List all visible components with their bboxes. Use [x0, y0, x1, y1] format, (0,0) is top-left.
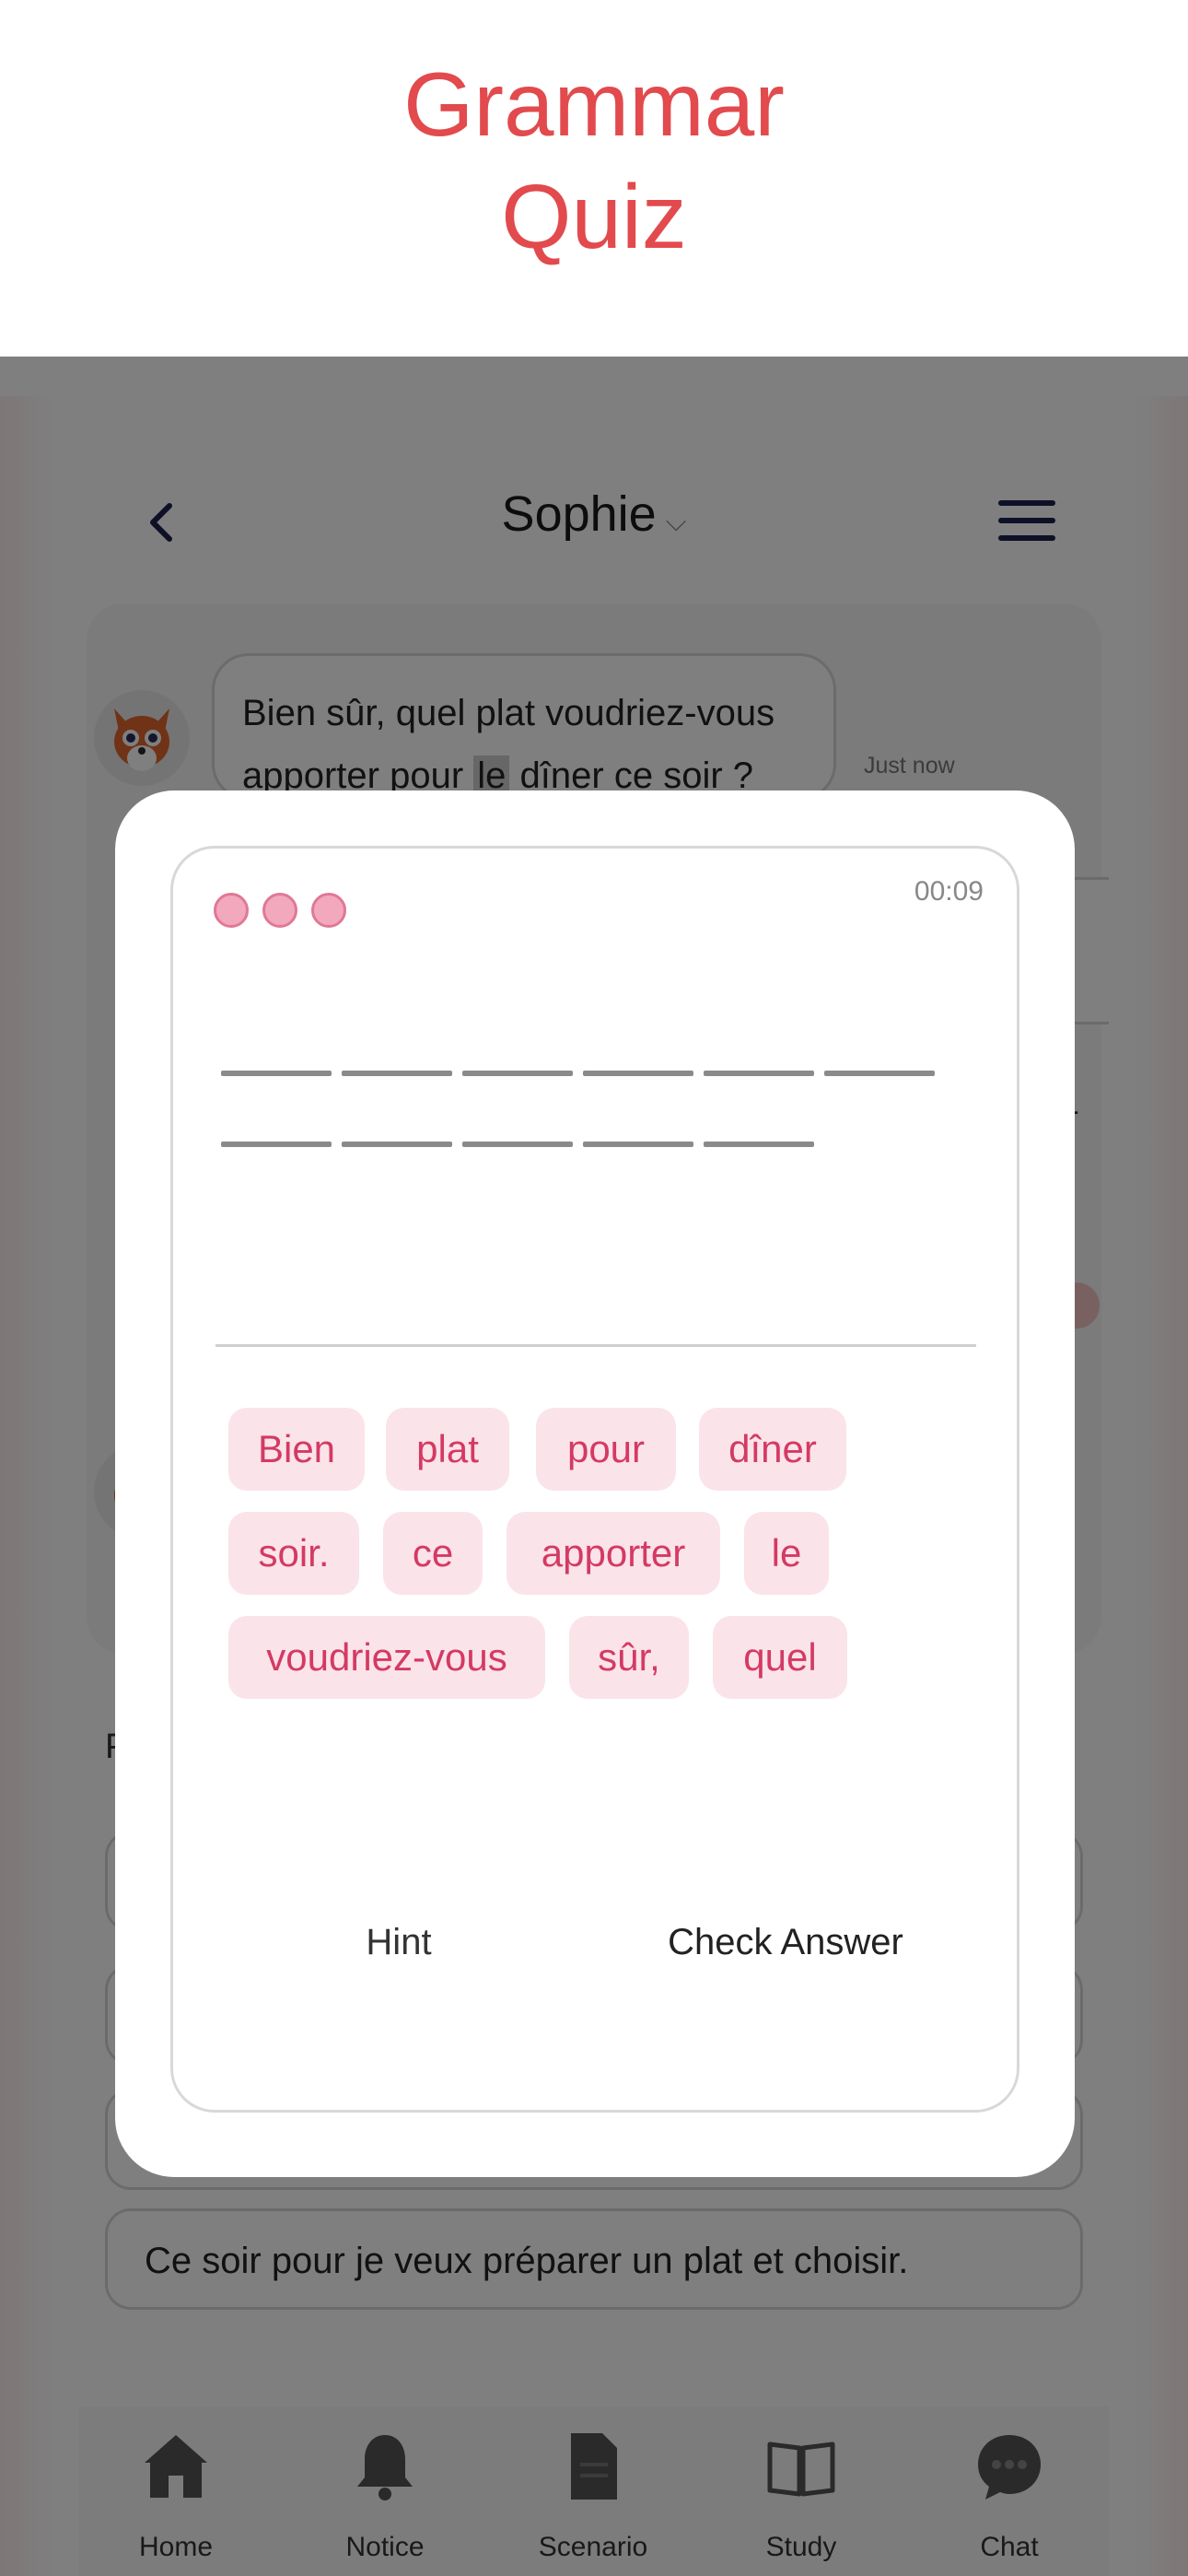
answer-blank[interactable]: [704, 1071, 814, 1076]
quiz-modal: 00:09 Bien plat pour dîner soir. ce apporter le…: [115, 790, 1075, 2177]
window-dot-3: [311, 893, 346, 928]
answer-blank[interactable]: [462, 1071, 573, 1076]
blank-divider: [215, 1344, 976, 1347]
hint-button[interactable]: Hint: [311, 1922, 486, 1963]
word-chip[interactable]: soir.: [228, 1512, 359, 1595]
word-chip[interactable]: sûr,: [569, 1616, 689, 1699]
quiz-card: 00:09 Bien plat pour dîner soir. ce apporter le…: [170, 846, 1019, 2113]
word-chip[interactable]: Bien: [228, 1408, 365, 1491]
word-chip[interactable]: quel: [713, 1616, 847, 1699]
window-dot-1: [214, 893, 249, 928]
window-dot-2: [262, 893, 297, 928]
word-chip[interactable]: apporter: [507, 1512, 720, 1595]
headline-overlay-line-1: Grammar: [403, 53, 785, 155]
word-chip[interactable]: ce: [383, 1512, 483, 1595]
word-chip[interactable]: voudriez-vous: [228, 1616, 545, 1699]
word-chip[interactable]: dîner: [699, 1408, 846, 1491]
answer-blank[interactable]: [583, 1142, 693, 1147]
word-chip[interactable]: plat: [386, 1408, 509, 1491]
answer-blank[interactable]: [342, 1142, 452, 1147]
answer-blank[interactable]: [221, 1071, 332, 1076]
answer-blank[interactable]: [824, 1071, 935, 1076]
word-chip[interactable]: pour: [536, 1408, 676, 1491]
answer-blank[interactable]: [704, 1142, 814, 1147]
headline-overlay: Grammar Quiz: [0, 48, 1188, 273]
answer-blank[interactable]: [462, 1142, 573, 1147]
answer-blank[interactable]: [342, 1071, 452, 1076]
headline-overlay-line-2: Quiz: [501, 166, 687, 267]
answer-blank[interactable]: [221, 1142, 332, 1147]
check-answer-button[interactable]: Check Answer: [634, 1922, 938, 1963]
word-chip[interactable]: le: [744, 1512, 829, 1595]
answer-blank[interactable]: [583, 1071, 693, 1076]
quiz-timer: 00:09: [914, 876, 984, 907]
